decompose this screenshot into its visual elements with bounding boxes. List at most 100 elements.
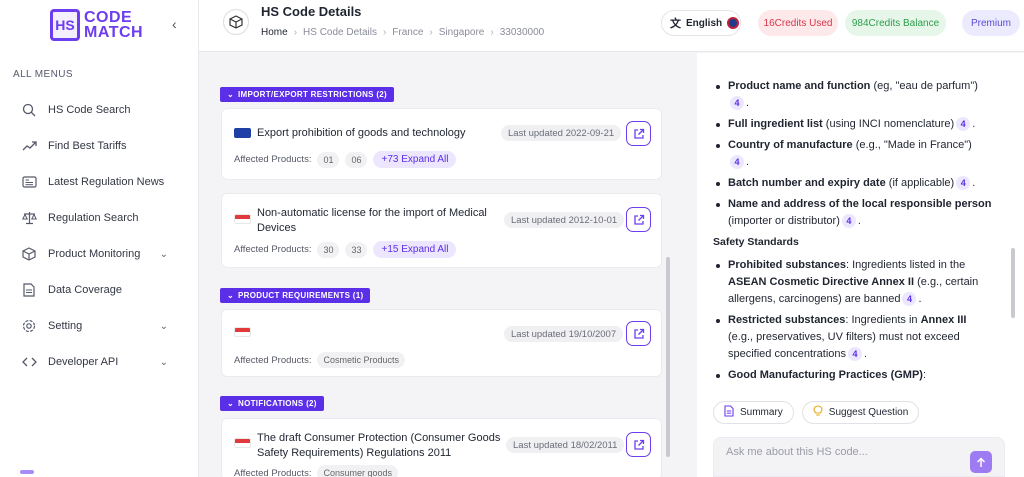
- body-text: (e.g., preservatives, UV filters) must n…: [728, 331, 960, 360]
- send-button[interactable]: [970, 451, 992, 473]
- logo-mark: HS: [50, 9, 80, 41]
- affected-products: Affected Products: 01 06 +73 Expand All: [234, 151, 457, 168]
- document-icon: [724, 405, 734, 420]
- sidebar-item-regulation-search[interactable]: Regulation Search: [20, 208, 180, 228]
- regulations-scrollbar[interactable]: [666, 257, 670, 457]
- bold-text: Restricted substances: [728, 314, 846, 326]
- bold-text: Prohibited substances: [728, 259, 846, 271]
- box-icon: [20, 246, 38, 262]
- sidebar-item-label: Find Best Tariffs: [48, 140, 127, 152]
- open-external-button[interactable]: [626, 121, 651, 146]
- sidebar-item-data-coverage[interactable]: Data Coverage: [20, 280, 180, 300]
- last-updated-badge: Last updated 2012-10-01: [504, 212, 625, 228]
- citation-badge[interactable]: 4: [730, 96, 744, 111]
- summary-button[interactable]: Summary: [713, 401, 794, 424]
- sidebar-item-setting[interactable]: Setting ⌄: [20, 316, 180, 336]
- list-item: Full ingredient list (using INCI nomencl…: [713, 116, 993, 133]
- open-external-button[interactable]: [626, 207, 651, 232]
- product-chip: Consumer goods: [317, 465, 398, 477]
- regulation-title: Non-automatic license for the import of …: [257, 207, 487, 234]
- citation-badge[interactable]: 4: [956, 176, 971, 191]
- body-text: (eg, "eau de parfum"): [870, 80, 978, 92]
- menu-heading: ALL MENUS: [13, 69, 73, 80]
- credits-used-badge: 16Credits Used: [758, 10, 838, 36]
- section-label: IMPORT/EXPORT RESTRICTIONS (2): [238, 90, 388, 99]
- breadcrumb-separator-icon: ›: [490, 27, 494, 38]
- regulation-title: The draft Consumer Protection (Consumer …: [257, 432, 501, 459]
- bold-text: Annex III: [920, 314, 967, 326]
- logo-line-2: MATCH: [84, 24, 144, 41]
- product-chip: 33: [345, 241, 368, 258]
- expand-all-button[interactable]: +15 Expand All: [373, 241, 457, 258]
- sidebar-item-label: Latest Regulation News: [48, 176, 165, 188]
- collapse-sidebar-icon[interactable]: ‹: [172, 16, 177, 32]
- gear-icon: [20, 318, 38, 334]
- credits-balance-badge: 984Credits Balance: [845, 10, 946, 36]
- citation-badge[interactable]: 4: [848, 347, 863, 362]
- body-text: (importer or distributor): [728, 215, 840, 227]
- chat-input[interactable]: [726, 446, 956, 458]
- punctuation: .: [857, 215, 861, 227]
- singapore-flag-icon: [234, 327, 251, 337]
- breadcrumb-hs-code: 33030000: [499, 27, 545, 38]
- affected-products-label: Affected Products:: [234, 244, 312, 255]
- top-header: HS Code Details Home › HS Code Details ›…: [199, 0, 1024, 52]
- box-icon: [223, 9, 249, 35]
- bold-text: ASEAN Cosmetic Directive Annex II: [728, 276, 915, 288]
- product-chip: 01: [317, 151, 340, 168]
- regulation-card[interactable]: Non-automatic license for the import of …: [221, 193, 662, 268]
- section-label: NOTIFICATIONS (2): [238, 399, 317, 408]
- section-import-export-restrictions[interactable]: ⌄ IMPORT/EXPORT RESTRICTIONS (2): [220, 87, 395, 102]
- affected-products: Affected Products: Cosmetic Products: [234, 352, 405, 368]
- expand-all-button[interactable]: +73 Expand All: [373, 151, 457, 168]
- list-item: Product name and function (eg, "eau de p…: [713, 78, 993, 112]
- suggest-question-button[interactable]: Suggest Question: [801, 401, 920, 424]
- open-external-button[interactable]: [626, 321, 651, 346]
- sidebar-item-latest-regulation-news[interactable]: Latest Regulation News: [20, 172, 180, 192]
- citation-badge[interactable]: 4: [730, 155, 744, 170]
- breadcrumb-singapore[interactable]: Singapore: [439, 27, 485, 38]
- breadcrumb-hs-code-details[interactable]: HS Code Details: [303, 27, 377, 38]
- regulation-card[interactable]: Last updated 19/10/2007 Affected Product…: [221, 309, 662, 377]
- regulation-card[interactable]: Export prohibition of goods and technolo…: [221, 108, 662, 180]
- sidebar-item-developer-api[interactable]: Developer API ⌄: [20, 352, 180, 372]
- citation-badge[interactable]: 4: [956, 117, 971, 132]
- document-icon: [20, 282, 38, 298]
- citation-badge[interactable]: 4: [902, 292, 917, 307]
- language-selector[interactable]: 文 English: [661, 10, 741, 36]
- chat-actions: Summary Suggest Question: [713, 401, 920, 424]
- body-text: (e.g., "Made in France"): [852, 139, 972, 151]
- breadcrumb-home[interactable]: Home: [261, 27, 288, 38]
- bold-text: Product name and function: [728, 80, 871, 92]
- open-external-button[interactable]: [626, 432, 651, 457]
- chevron-down-icon: ⌄: [159, 320, 168, 332]
- body-text: :: [922, 369, 927, 381]
- sidebar-item-label: HS Code Search: [48, 104, 131, 116]
- page-title: HS Code Details: [261, 4, 362, 19]
- scale-icon: [20, 210, 38, 226]
- product-chip: 30: [317, 241, 340, 258]
- affected-products-label: Affected Products:: [234, 154, 312, 165]
- brand-logo[interactable]: HS CODE MATCH: [50, 9, 143, 41]
- sidebar-item-hs-code-search[interactable]: HS Code Search: [20, 100, 180, 120]
- chat-scrollbar[interactable]: [1011, 248, 1015, 318]
- list-item: Country of manufacture (e.g., "Made in F…: [713, 137, 993, 171]
- regulation-card[interactable]: The draft Consumer Protection (Consumer …: [221, 418, 662, 477]
- sidebar-item-label: Setting: [48, 320, 83, 332]
- chevron-down-icon: ⌄: [159, 248, 168, 260]
- breadcrumb-france[interactable]: France: [392, 27, 423, 38]
- bold-text: Country of manufacture: [728, 139, 853, 151]
- affected-products-label: Affected Products:: [234, 467, 312, 477]
- affected-products: Affected Products: 30 33 +15 Expand All: [234, 241, 457, 258]
- breadcrumb-separator-icon: ›: [382, 27, 387, 38]
- suggest-question-label: Suggest Question: [828, 407, 909, 418]
- product-chip: 06: [345, 151, 368, 168]
- sidebar-item-label: Developer API: [48, 356, 119, 368]
- sidebar-item-find-best-tariffs[interactable]: Find Best Tariffs: [20, 136, 180, 156]
- section-product-requirements[interactable]: ⌄ PRODUCT REQUIREMENTS (1): [220, 288, 371, 303]
- citation-badge[interactable]: 4: [841, 214, 856, 229]
- premium-badge[interactable]: Premium: [962, 10, 1020, 36]
- sidebar-item-product-monitoring[interactable]: Product Monitoring ⌄: [20, 244, 180, 264]
- section-notifications[interactable]: ⌄ NOTIFICATIONS (2): [220, 396, 324, 411]
- list-item: Prohibited substances: Ingredients liste…: [713, 257, 993, 308]
